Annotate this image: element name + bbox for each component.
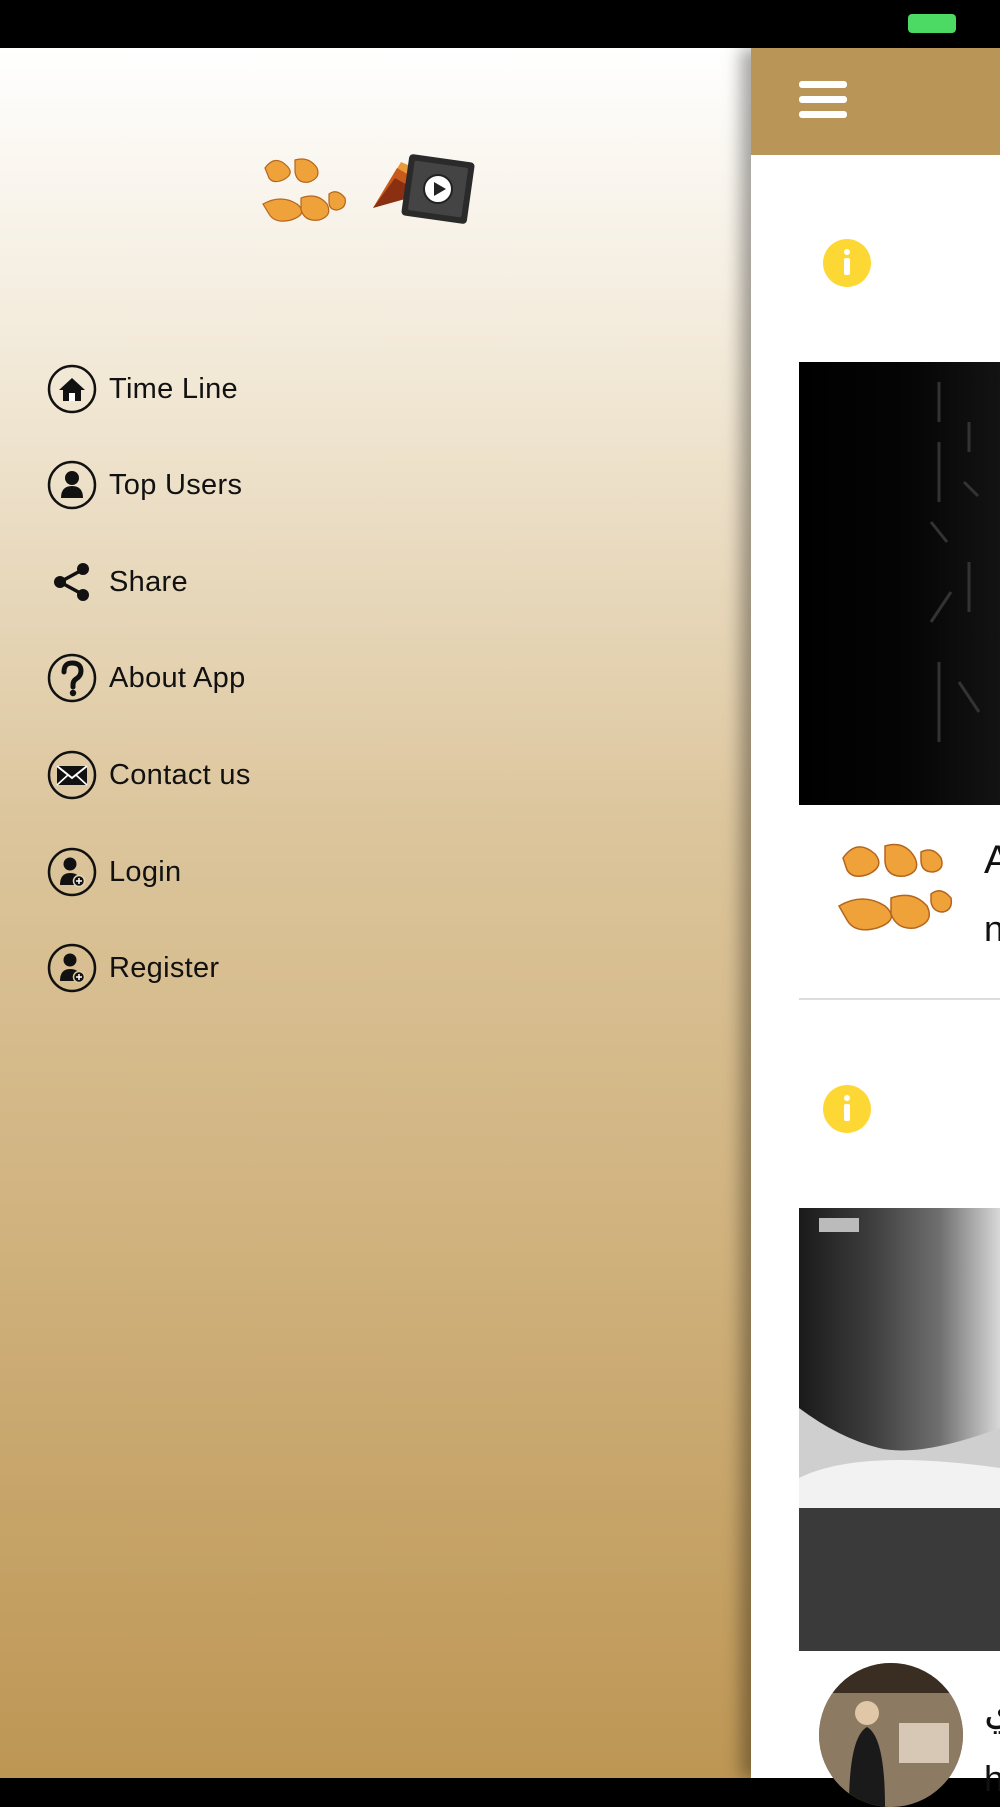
- divider: [799, 998, 1000, 1000]
- menu-item-top-users[interactable]: Top Users: [46, 457, 446, 513]
- hamburger-menu-icon[interactable]: [799, 81, 849, 121]
- user-add-icon: [46, 846, 98, 898]
- menu-item-contact-us[interactable]: Contact us: [46, 747, 446, 803]
- info-icon[interactable]: [823, 239, 871, 287]
- user-add-icon: [46, 942, 98, 994]
- menu-item-share[interactable]: Share: [46, 554, 446, 610]
- share-icon: [46, 556, 98, 608]
- app-logo: [262, 154, 475, 224]
- menu-label: Contact us: [109, 758, 251, 791]
- menu-item-time-line[interactable]: Time Line: [46, 361, 446, 417]
- info-icon[interactable]: [823, 1085, 871, 1133]
- avatar[interactable]: [819, 1663, 963, 1807]
- menu-label: Register: [109, 951, 220, 984]
- menu-label: About App: [109, 661, 246, 694]
- battery-icon: [908, 14, 956, 33]
- video-thumbnail[interactable]: [799, 362, 1000, 805]
- timeline-content: A n ي h: [751, 48, 1000, 1807]
- post-subtitle: h: [984, 1758, 1000, 1799]
- video-thumbnail[interactable]: [799, 1208, 1000, 1651]
- post-subtitle: n: [984, 908, 1000, 949]
- status-bar: [0, 0, 1000, 48]
- navigation-drawer: Time Line Top Users Share About App Cont…: [0, 48, 751, 1778]
- menu-label: Top Users: [109, 468, 243, 501]
- menu-label: Time Line: [109, 372, 238, 405]
- user-icon: [46, 459, 98, 511]
- home-icon: [46, 363, 98, 415]
- post-author-logo: [837, 843, 953, 931]
- menu-label: Login: [109, 855, 182, 888]
- question-icon: [46, 652, 98, 704]
- top-app-bar: [751, 48, 1000, 155]
- menu-item-about-app[interactable]: About App: [46, 650, 446, 706]
- post-title: ي: [984, 1689, 1000, 1733]
- menu-label: Share: [109, 565, 188, 598]
- menu-item-login[interactable]: Login: [46, 844, 446, 900]
- mail-icon: [46, 749, 98, 801]
- post-title: A: [984, 838, 1000, 882]
- menu-item-register[interactable]: Register: [46, 940, 446, 996]
